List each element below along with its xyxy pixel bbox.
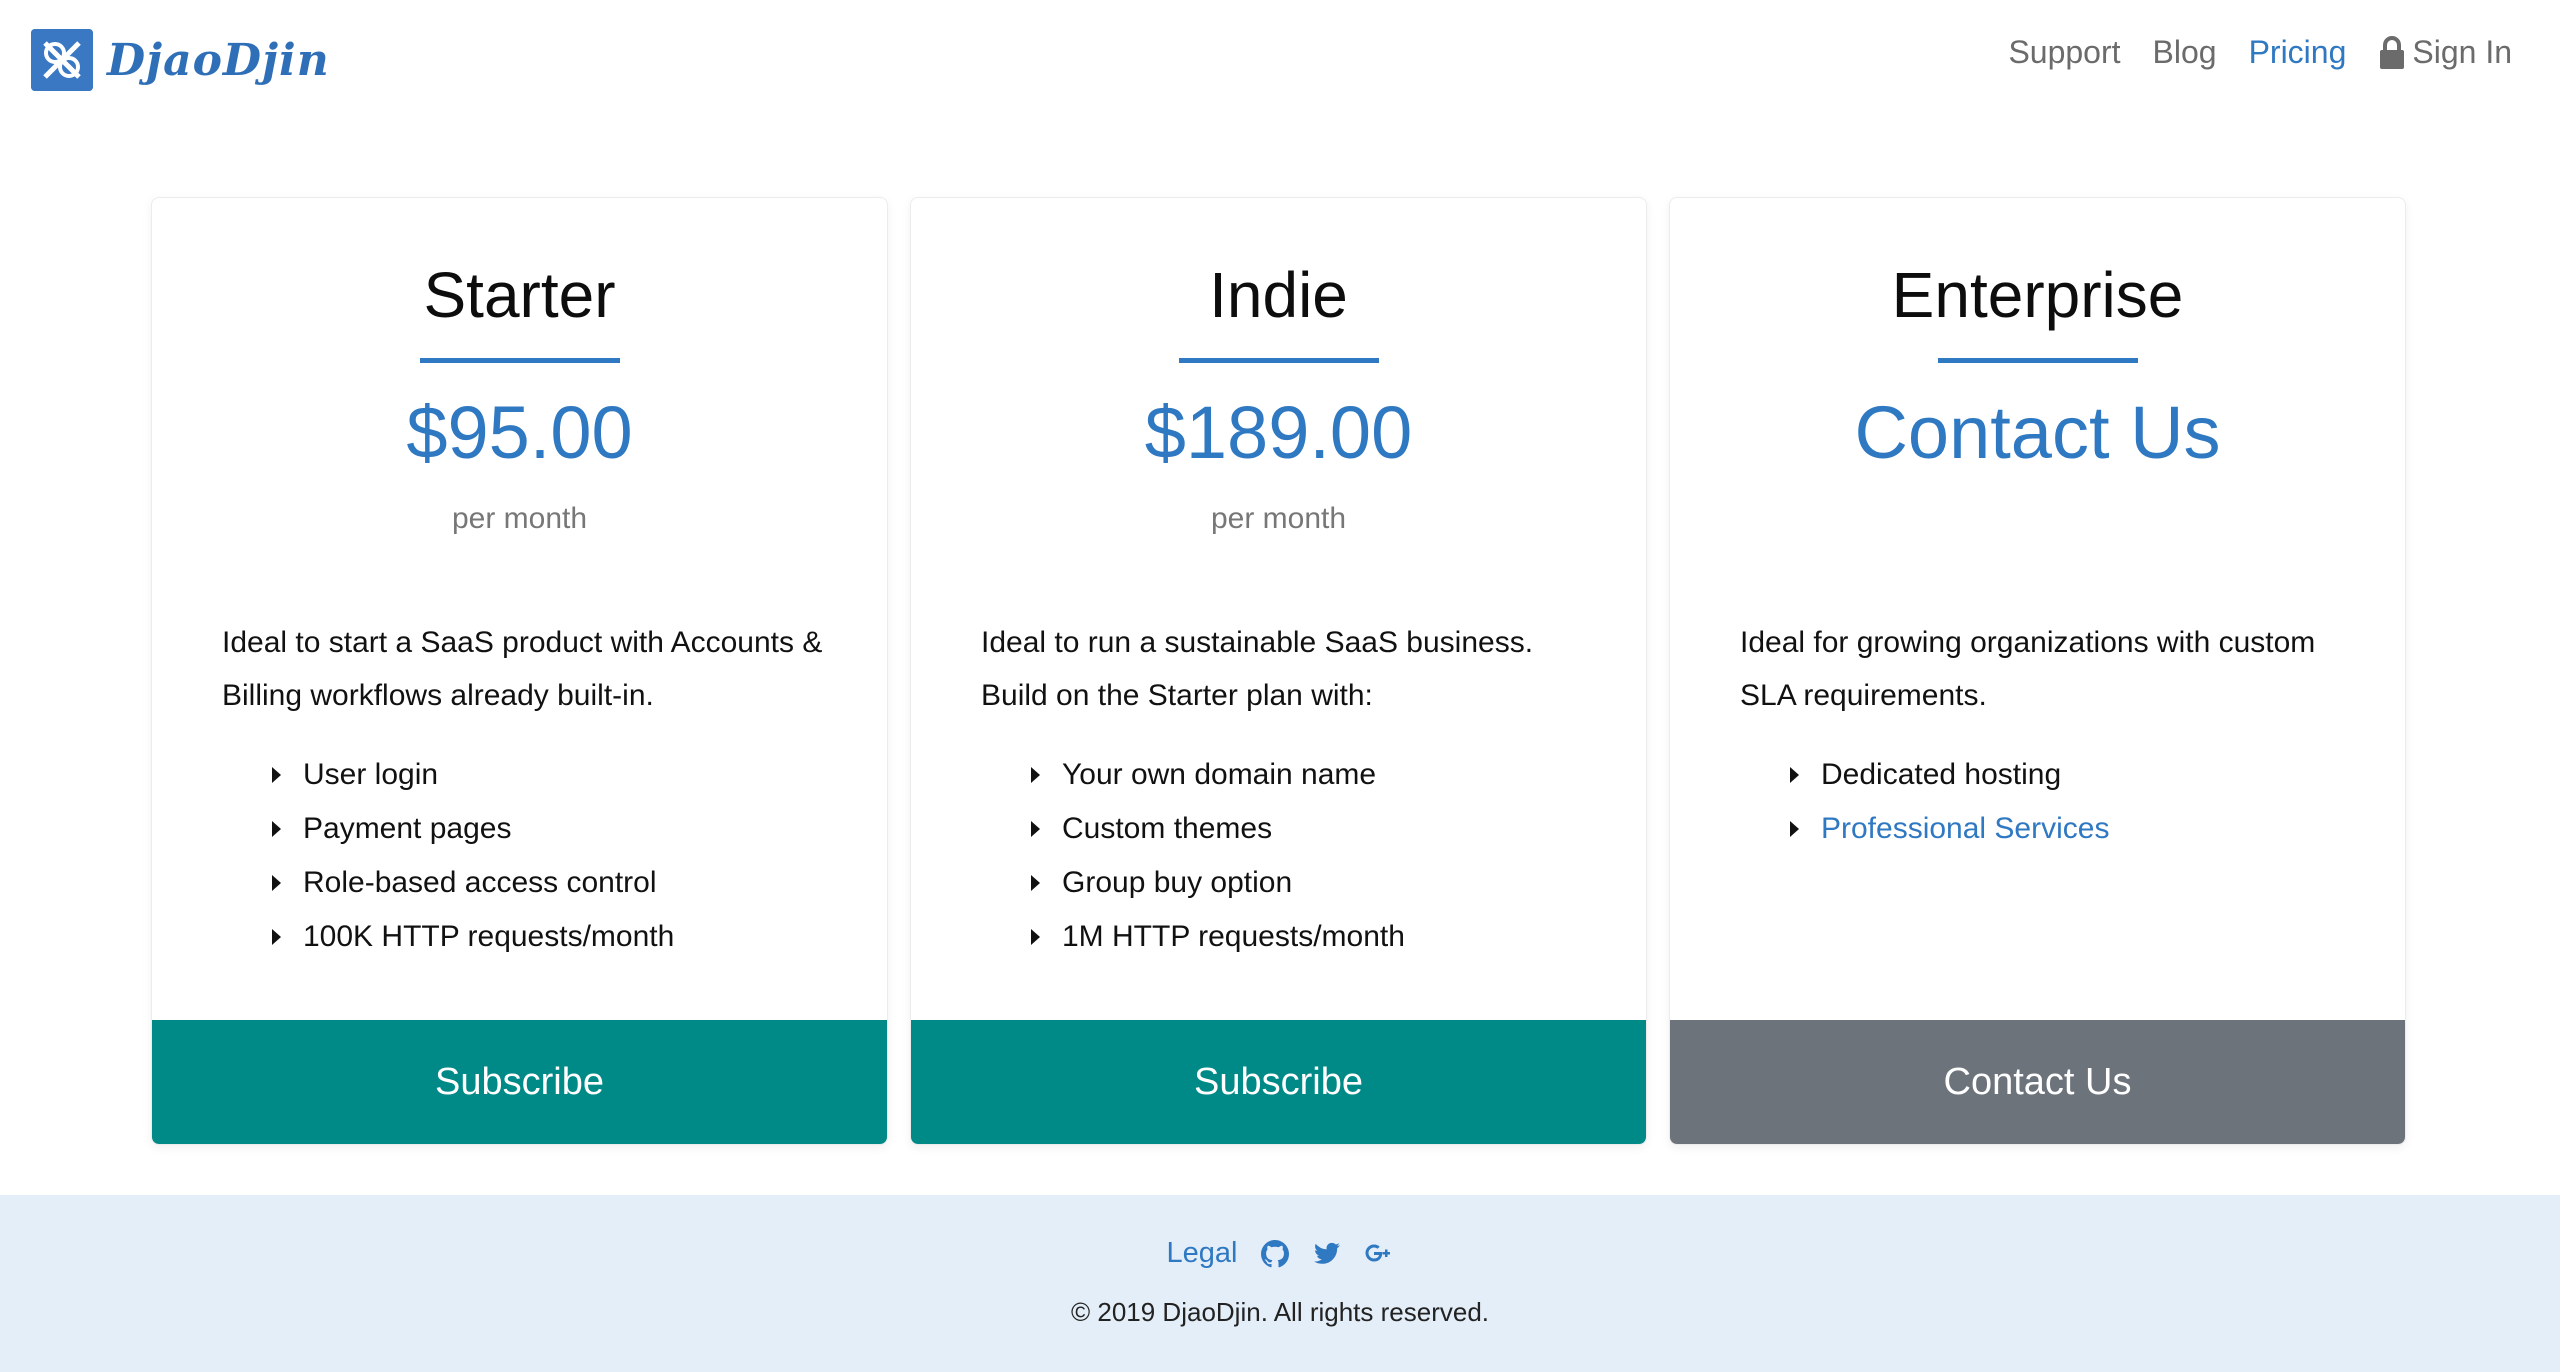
google-plus-icon[interactable] bbox=[1365, 1240, 1393, 1268]
caret-right-icon bbox=[1031, 767, 1040, 783]
plan-title: Starter bbox=[423, 259, 616, 331]
twitter-icon[interactable] bbox=[1313, 1240, 1341, 1268]
nav-support-link[interactable]: Support bbox=[2008, 34, 2120, 71]
feature-item: Payment pages bbox=[272, 802, 674, 856]
page-footer: Legal © 2019 DjaoDjin. All rights reserv… bbox=[0, 1195, 2560, 1372]
feature-item: Group buy option bbox=[1031, 856, 1405, 910]
subscribe-starter-button[interactable]: Subscribe bbox=[152, 1020, 887, 1144]
title-underline bbox=[1179, 358, 1379, 363]
nav-blog-link[interactable]: Blog bbox=[2153, 34, 2217, 71]
legal-link[interactable]: Legal bbox=[1167, 1237, 1238, 1270]
caret-right-icon bbox=[272, 767, 281, 783]
copyright-text: © 2019 DjaoDjin. All rights reserved. bbox=[1070, 1297, 1490, 1327]
feature-item: Role-based access control bbox=[272, 856, 674, 910]
plan-features: Dedicated hosting Professional Services bbox=[1790, 748, 2109, 856]
djaodjin-logo-icon bbox=[31, 29, 93, 91]
sign-in-label: Sign In bbox=[2412, 34, 2512, 70]
caret-right-icon bbox=[1031, 875, 1040, 891]
feature-item: 100K HTTP requests/month bbox=[272, 910, 674, 964]
plan-card-starter: Starter $95.00 per month Ideal to start … bbox=[151, 197, 888, 1145]
feature-item: 1M HTTP requests/month bbox=[1031, 910, 1405, 964]
caret-right-icon bbox=[1790, 767, 1799, 783]
caret-right-icon bbox=[1031, 821, 1040, 837]
top-header: DjaoDjin Support Blog Pricing Sign In bbox=[0, 0, 2560, 120]
lock-icon bbox=[2380, 35, 2405, 69]
plan-price: $95.00 bbox=[406, 391, 633, 474]
caret-right-icon bbox=[1031, 929, 1040, 945]
brand-name: DjaoDjin bbox=[107, 34, 330, 86]
sign-in-link[interactable]: Sign In bbox=[2378, 34, 2512, 71]
github-icon[interactable] bbox=[1261, 1239, 1290, 1268]
plan-description: Ideal to start a SaaS product with Accou… bbox=[222, 626, 823, 712]
plan-price: $189.00 bbox=[1144, 391, 1413, 474]
subscribe-indie-button[interactable]: Subscribe bbox=[911, 1020, 1646, 1144]
brand-logo[interactable]: DjaoDjin bbox=[31, 29, 330, 91]
plan-features: User login Payment pages Role-based acce… bbox=[272, 748, 674, 964]
plan-features: Your own domain name Custom themes Group… bbox=[1031, 748, 1405, 964]
caret-right-icon bbox=[272, 929, 281, 945]
professional-services-link[interactable]: Professional Services bbox=[1790, 802, 2109, 856]
nav-pricing-link[interactable]: Pricing bbox=[2249, 34, 2347, 71]
feature-item: Custom themes bbox=[1031, 802, 1405, 856]
caret-right-icon bbox=[272, 821, 281, 837]
title-underline bbox=[420, 358, 620, 363]
plan-description: Ideal to run a sustainable SaaS business… bbox=[981, 626, 1534, 712]
contact-us-button[interactable]: Contact Us bbox=[1670, 1020, 2405, 1144]
top-nav: Support Blog Pricing Sign In bbox=[2008, 34, 2512, 71]
plan-title: Enterprise bbox=[1891, 259, 2184, 331]
feature-item: Dedicated hosting bbox=[1790, 748, 2109, 802]
plan-period: per month bbox=[451, 502, 588, 535]
plan-card-enterprise: Enterprise Contact Us Ideal for growing … bbox=[1669, 197, 2406, 1145]
feature-item: Your own domain name bbox=[1031, 748, 1405, 802]
plan-description: Ideal for growing organizations with cus… bbox=[1740, 626, 2316, 712]
caret-right-icon bbox=[272, 875, 281, 891]
feature-item: User login bbox=[272, 748, 674, 802]
footer-links: Legal bbox=[0, 1237, 2560, 1270]
plan-title: Indie bbox=[1209, 259, 1348, 331]
plan-period: per month bbox=[1210, 502, 1347, 535]
plan-card-indie: Indie $189.00 per month Ideal to run a s… bbox=[910, 197, 1647, 1145]
caret-right-icon bbox=[1790, 821, 1799, 837]
pricing-cards: Starter $95.00 per month Ideal to start … bbox=[151, 197, 2406, 1145]
plan-price: Contact Us bbox=[1854, 391, 2221, 474]
title-underline bbox=[1938, 358, 2138, 363]
